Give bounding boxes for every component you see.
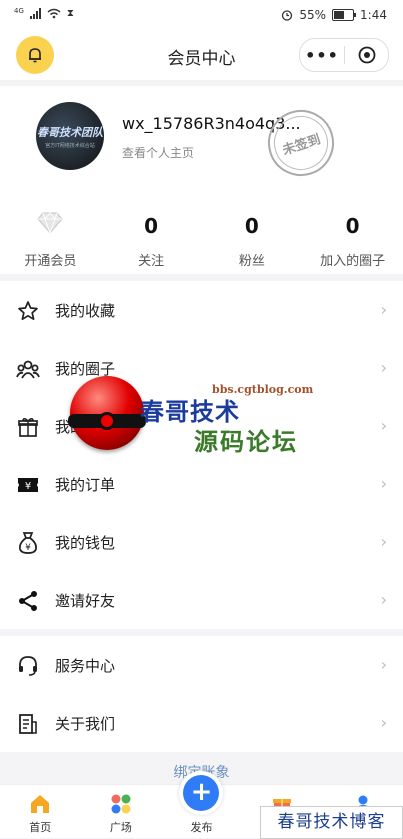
menu-item-label: 我的订单 [55,476,116,494]
battery-percent: 55% [299,8,327,22]
stat-value: 0 [144,214,159,238]
stat-following[interactable]: 0 关注 [101,196,202,274]
alarm-icon [282,10,293,21]
stat-vip[interactable]: 开通会员 [0,196,101,274]
avatar-text: 春哥技术团队 [37,125,103,139]
tab-home[interactable]: 首页 [0,785,81,838]
plus-icon: + [183,775,220,811]
stat-fans[interactable]: 0 粉丝 [202,196,303,274]
diamond-icon [37,212,64,234]
profile-card[interactable]: 春哥技术团队 官方IT网络技术综合站 wx_15786R3n4o4q3... 查… [0,86,403,196]
menu-item-orders[interactable]: ¥ 我的订单 › [0,455,403,513]
status-bar: 4G ⧗ 55% 1:44 [0,0,403,32]
battery-icon [332,9,357,21]
wifi-icon [47,8,61,19]
chevron-right-icon: › [380,358,387,377]
chevron-right-icon: › [380,474,387,493]
home-icon [31,795,50,813]
svg-text:¥: ¥ [25,481,31,492]
tab-label: 首页 [29,821,52,834]
target-icon [358,46,375,64]
menu-item-circles[interactable]: 我的圈子 › [0,339,403,397]
grid-icon [111,794,131,814]
document-icon [16,712,40,736]
publish-button[interactable]: + [179,771,224,815]
menu-item-about[interactable]: 关于我们 › [0,694,403,752]
stat-value: 0 [345,214,360,238]
stat-label: 关注 [138,254,165,269]
avatar-subtext: 官方IT网络技术综合站 [45,142,95,149]
menu-item-label: 我的收藏 [55,302,116,320]
chevron-right-icon: › [380,713,387,732]
chevron-right-icon: › [380,590,387,609]
menu-item-service[interactable]: 服务中心 › [0,636,403,694]
stat-label: 粉丝 [238,254,265,269]
chevron-right-icon: › [380,416,387,435]
svg-text:¥: ¥ [25,543,31,553]
share-icon [16,589,40,613]
tab-label: 广场 [109,821,132,834]
network-type: 4G [14,6,24,15]
stat-value: 0 [244,214,259,238]
hourglass-icon: ⧗ [66,8,74,19]
menu-item-invite[interactable]: 邀请好友 › [0,571,403,629]
chevron-right-icon: › [380,300,387,319]
menu-item-label: 关于我们 [55,715,116,733]
wallet-icon: ¥ [16,531,40,555]
stat-label: 加入的圈子 [320,254,386,269]
chevron-right-icon: › [380,655,387,674]
watermark-banner: 春哥技术博客 [260,806,403,839]
tab-publish[interactable]: + 发布 [161,771,242,838]
stat-circles[interactable]: 0 加入的圈子 [302,196,403,274]
tab-square[interactable]: 广场 [81,785,162,838]
menu-item-wallet[interactable]: ¥ 我的钱包 › [0,513,403,571]
group-icon [16,357,40,381]
watermark-line2: 源码论坛 [194,427,298,456]
menu-group-support: 服务中心 › 关于我们 › [0,636,403,752]
chevron-right-icon: › [380,532,387,551]
nav-bar: 会员中心 ••• [0,32,403,80]
headset-icon [16,654,40,678]
menu-item-label: 服务中心 [55,657,116,675]
menu-item-label: 我的钱包 [55,534,116,552]
menu-item-favorites[interactable]: 我的收藏 › [0,281,403,339]
checkin-stamp-label: 未签到 [280,131,323,159]
watermark-logo [68,376,146,450]
avatar[interactable]: 春哥技术团队 官方IT网络技术综合站 [36,102,104,170]
view-profile-link[interactable]: 查看个人主页 [122,144,194,161]
clock: 1:44 [360,8,387,22]
mini-program-capsule: ••• [299,38,389,72]
stat-label: 开通会员 [24,254,77,269]
gift-icon [16,415,40,439]
ticket-icon: ¥ [16,473,40,497]
signal-icon [29,8,41,19]
tab-label: 发布 [190,821,213,834]
close-button[interactable] [345,46,388,64]
star-icon [16,299,40,323]
more-button[interactable]: ••• [300,46,344,65]
menu-item-label: 邀请好友 [55,592,116,610]
stats-row: 开通会员 0 关注 0 粉丝 0 加入的圈子 [0,196,403,274]
